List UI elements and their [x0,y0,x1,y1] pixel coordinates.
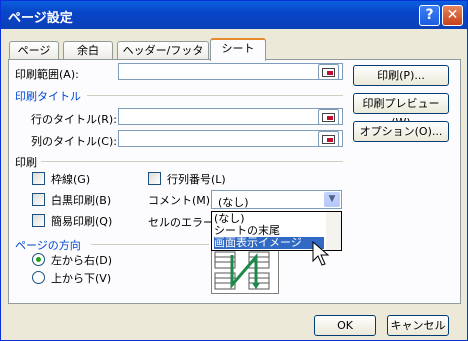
print-button[interactable]: 印刷(P)... [353,65,449,86]
section-divider [41,161,343,162]
tab-sheet[interactable]: シート [210,38,266,61]
col-titles-collapse-icon[interactable] [318,131,339,147]
gridlines-label: 枠線(G) [51,173,91,186]
bw-checkbox[interactable] [32,193,45,206]
row-titles-field[interactable] [118,108,343,125]
page-order-icon [214,251,270,290]
print-preview-button[interactable]: 印刷プレビュー(W) [353,93,449,129]
gridlines-checkbox[interactable] [32,172,45,185]
section-divider [91,244,209,245]
over-then-down-label: 上から下(V) [51,272,112,285]
row-col-headers-label: 行列番号(L) [167,173,226,186]
cancel-button[interactable]: キャンセル [387,315,449,336]
print-section: 印刷 [15,156,37,169]
draft-label: 簡易印刷(Q) [51,215,113,228]
page-order-section: ページの方向 [15,239,81,252]
section-divider [87,95,343,96]
row-titles-collapse-icon[interactable] [318,109,339,125]
row-titles-label: 行のタイトル(R): [31,113,117,126]
row-col-headers-checkbox[interactable] [148,172,161,185]
down-then-over-label: 左から右(D) [51,254,113,267]
chevron-down-icon[interactable]: ▼ [324,192,340,207]
options-button[interactable]: オプション(O)... [353,121,449,142]
comments-value: (なし) [218,196,249,209]
window-title: ページ設定 [8,11,73,26]
mouse-cursor-icon [312,241,330,266]
col-titles-field[interactable] [118,130,343,147]
print-range-collapse-icon[interactable] [318,64,339,80]
title-bar: ページ設定 ? ✕ [1,1,467,29]
over-then-down-radio[interactable] [32,271,45,284]
page-order-preview [211,248,279,294]
print-range-field[interactable] [118,63,343,80]
print-titles-section: 印刷タイトル [15,90,81,103]
col-titles-label: 列のタイトル(C): [31,135,117,148]
page-setup-dialog: ページ設定 ? ✕ ページ 余白 ヘッダー/フッター シート 印刷範囲(A): … [0,0,468,341]
close-button[interactable]: ✕ [442,5,463,26]
print-range-label: 印刷範囲(A): [15,68,79,81]
help-button[interactable]: ? [419,5,440,26]
tab-page[interactable]: ページ [9,41,59,60]
comments-select[interactable]: (なし) ▼ [211,190,342,209]
down-then-over-radio[interactable] [32,253,45,266]
tab-margins[interactable]: 余白 [63,41,113,60]
tab-header-footer[interactable]: ヘッダー/フッター [117,41,209,74]
draft-checkbox[interactable] [32,214,45,227]
ok-button[interactable]: OK [314,315,376,336]
comments-label: コメント(M): [148,194,214,207]
dropdown-option-selected[interactable]: 画面表示イメージ [214,237,324,249]
bw-label: 白黒印刷(B) [51,194,112,207]
